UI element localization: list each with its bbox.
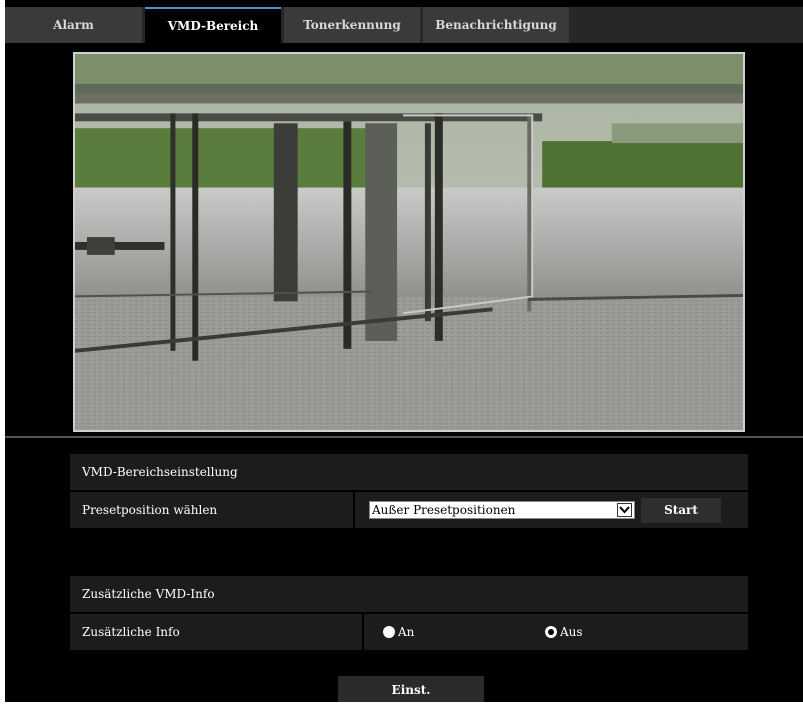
tab-benachrichtigung[interactable]: Benachrichtigung bbox=[423, 7, 569, 43]
preset-position-select[interactable]: Außer Presetpositionen bbox=[369, 501, 635, 519]
camera-scene-image bbox=[75, 54, 743, 430]
chevron-down-icon[interactable] bbox=[617, 503, 632, 517]
vmd-settings-heading: VMD-Bereichseinstellung bbox=[70, 454, 748, 490]
additional-info-label: Zusätzliche Info bbox=[82, 625, 180, 639]
preset-position-label: Presetposition wählen bbox=[82, 503, 218, 517]
radio-aus-label: Aus bbox=[560, 625, 583, 639]
section-divider bbox=[5, 436, 803, 438]
tab-alarm[interactable]: Alarm bbox=[5, 7, 142, 43]
radio-aus-circle[interactable] bbox=[545, 626, 557, 638]
preset-position-row: Presetposition wählen Außer Presetpositi… bbox=[70, 492, 748, 528]
radio-an-label: An bbox=[398, 625, 415, 639]
radio-an-circle[interactable] bbox=[383, 626, 395, 638]
vmd-settings-page: Alarm VMD-Bereich Tonerkennung Benachric… bbox=[5, 0, 803, 702]
tab-bar: Alarm VMD-Bereich Tonerkennung Benachric… bbox=[5, 7, 803, 43]
start-button[interactable]: Start bbox=[641, 498, 721, 523]
tab-tonerkennung[interactable]: Tonerkennung bbox=[284, 7, 420, 43]
radio-aus[interactable]: Aus bbox=[545, 624, 583, 640]
radio-an[interactable]: An bbox=[383, 624, 414, 640]
preset-position-value: Außer Presetpositionen bbox=[372, 503, 516, 517]
row-divider bbox=[362, 614, 364, 650]
camera-live-image[interactable] bbox=[73, 52, 745, 432]
row-divider bbox=[353, 492, 355, 528]
additional-info-row: Zusätzliche Info An Aus bbox=[70, 614, 748, 650]
tab-vmd-bereich[interactable]: VMD-Bereich bbox=[145, 7, 281, 43]
einst-submit-button[interactable]: Einst. bbox=[338, 676, 484, 702]
additional-info-heading: Zusätzliche VMD-Info bbox=[70, 576, 748, 612]
